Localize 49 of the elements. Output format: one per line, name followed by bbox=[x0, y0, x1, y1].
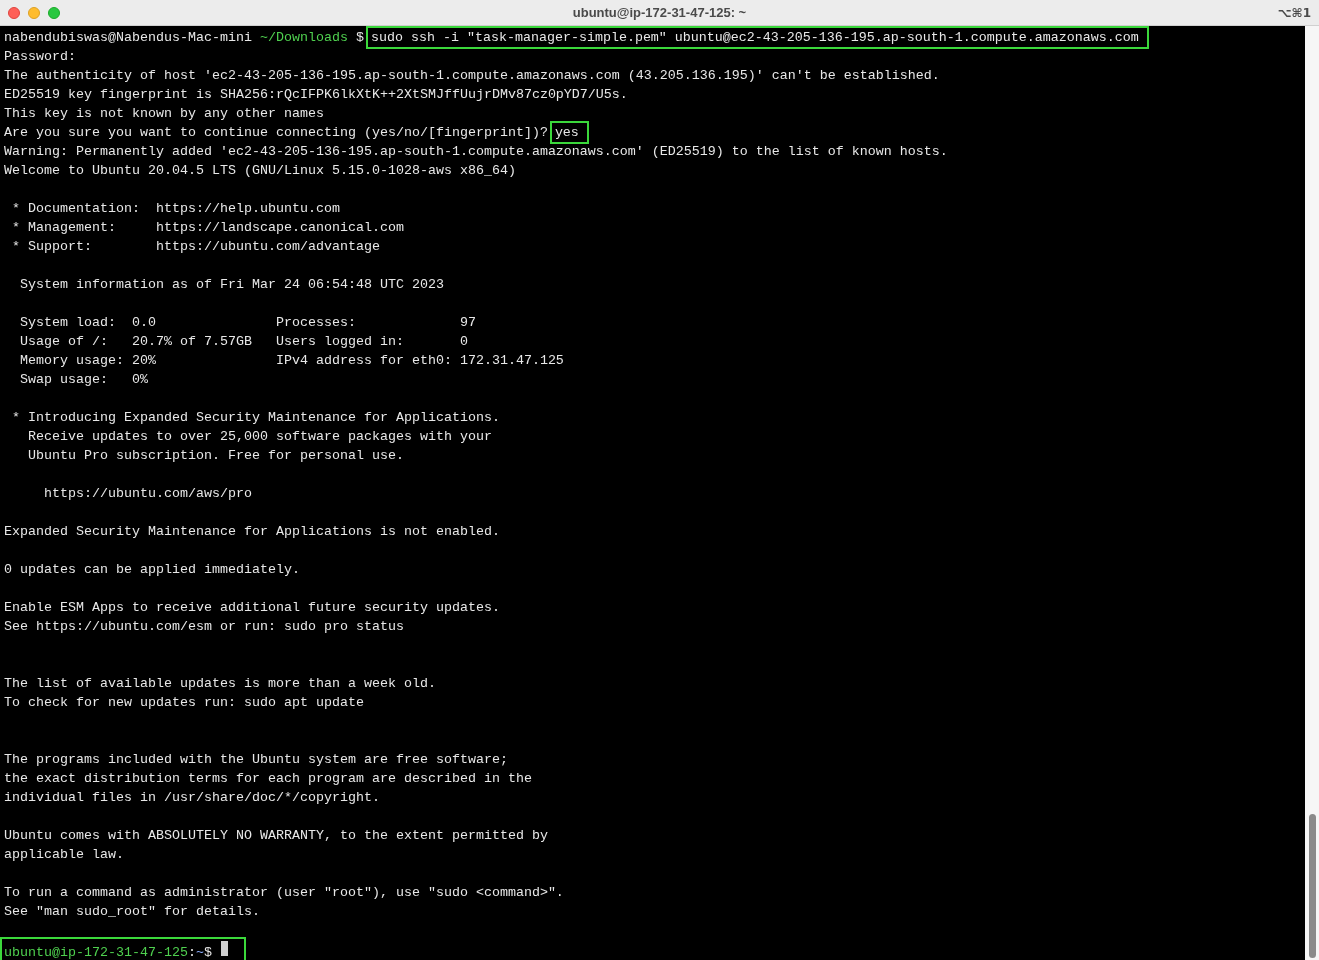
prompt-text: Are you sure you want to continue connecting (yes/no/[fingerprint])? bbox=[4, 124, 549, 142]
terminal-line: See "man sudo_root" for details. bbox=[4, 903, 261, 921]
minimize-button[interactable] bbox=[28, 6, 40, 19]
terminal-line: * Management: https://landscape.canonical.com bbox=[11, 219, 405, 237]
terminal-line: This key is not known by any other names bbox=[4, 105, 325, 123]
prompt-path: ~/Downloads bbox=[259, 29, 348, 47]
terminal-line: See https://ubuntu.com/esm or run: sudo pro status bbox=[4, 618, 405, 636]
terminal-line: System load: 0.0 Processes: 97 bbox=[19, 314, 477, 332]
terminal-line: Swap usage: 0% bbox=[19, 371, 149, 389]
terminal-line: applicable law. bbox=[4, 846, 125, 864]
prompt-text: nabendubiswas@Nabendus-Mac-mini bbox=[4, 29, 253, 47]
terminal-line: Usage of /: 20.7% of 7.57GB Users logged in: 0 bbox=[19, 333, 469, 351]
terminal-line: https://ubuntu.com/aws/pro bbox=[43, 485, 253, 503]
prompt-directory: ~ bbox=[195, 945, 204, 960]
keyboard-shortcut: ⌥⌘1 bbox=[1277, 5, 1311, 20]
terminal-line: Enable ESM Apps to receive additional future security updates. bbox=[4, 599, 501, 617]
close-button[interactable] bbox=[8, 6, 20, 19]
terminal-line: To run a command as administrator (user "root"), use "sudo <command>". bbox=[4, 884, 565, 902]
highlighted-answer: yes bbox=[551, 123, 587, 142]
zoom-button[interactable] bbox=[48, 6, 60, 19]
terminal-line: 0 updates can be applied immediately. bbox=[4, 561, 301, 579]
terminal-line: Receive updates to over 25,000 software packages with your bbox=[27, 428, 493, 446]
terminal-line: System information as of Fri Mar 24 06:54:48 UTC 2023 bbox=[19, 276, 445, 294]
terminal-line: the exact distribution terms for each program are described in the bbox=[4, 770, 533, 788]
terminal-line: Welcome to Ubuntu 20.04.5 LTS (GNU/Linux 5.15.0-1028-aws x86_64) bbox=[4, 162, 517, 180]
terminal-line: Password: bbox=[4, 48, 77, 66]
terminal-line: Warning: Permanently added 'ec2-43-205-136-195.ap-south-1.compute.amazonaws.com' (ED25519) to the list of known hosts. bbox=[4, 143, 949, 161]
terminal-line: Memory usage: 20% IPv4 address for eth0: 172.31.47.125 bbox=[19, 352, 565, 370]
text-cursor bbox=[220, 941, 228, 956]
terminal-line: * Documentation: https://help.ubuntu.com bbox=[11, 200, 341, 218]
terminal-line: * Support: https://ubuntu.com/advantage bbox=[11, 238, 381, 256]
prompt-text: : bbox=[187, 945, 196, 960]
terminal-line: The list of available updates is more than a week old. bbox=[4, 675, 437, 693]
terminal-line: The authenticity of host 'ec2-43-205-136-195.ap-south-1.compute.amazonaws.com (43.205.136.195)' can't be established. bbox=[4, 67, 941, 85]
scroll-thumb[interactable] bbox=[1309, 814, 1316, 958]
prompt-user-host: ubuntu@ip-172-31-47-125 bbox=[4, 945, 188, 960]
terminal-line: To check for new updates run: sudo apt update bbox=[4, 694, 365, 712]
highlighted-command: sudo ssh -i "task-manager-simple.pem" ubuntu@ec2-43-205-136-195.ap-south-1.compute.amazonaws.com bbox=[367, 28, 1147, 47]
terminal-line: individual files in /usr/share/doc/*/copyright. bbox=[4, 789, 381, 807]
terminal-line: ED25519 key fingerprint is SHA256:rQcIFPK6lkXtK++2XtSMJffUujrDMv87cz0pYD7/U5s. bbox=[4, 86, 629, 104]
terminal-line: Expanded Security Maintenance for Applications is not enabled. bbox=[4, 523, 501, 541]
scrollbar[interactable] bbox=[1305, 26, 1319, 960]
prompt-text: $ bbox=[354, 29, 365, 47]
window-title: ubuntu@ip-172-31-47-125: ~ bbox=[572, 5, 747, 20]
terminal-line: The programs included with the Ubuntu system are free software; bbox=[4, 751, 509, 769]
prompt-text: $ bbox=[203, 945, 213, 960]
terminal-line: Ubuntu Pro subscription. Free for personal use. bbox=[27, 447, 405, 465]
terminal-line: * Introducing Expanded Security Maintenance for Applications. bbox=[11, 409, 501, 427]
terminal-line: Ubuntu comes with ABSOLUTELY NO WARRANTY, to the extent permitted by bbox=[4, 827, 549, 845]
